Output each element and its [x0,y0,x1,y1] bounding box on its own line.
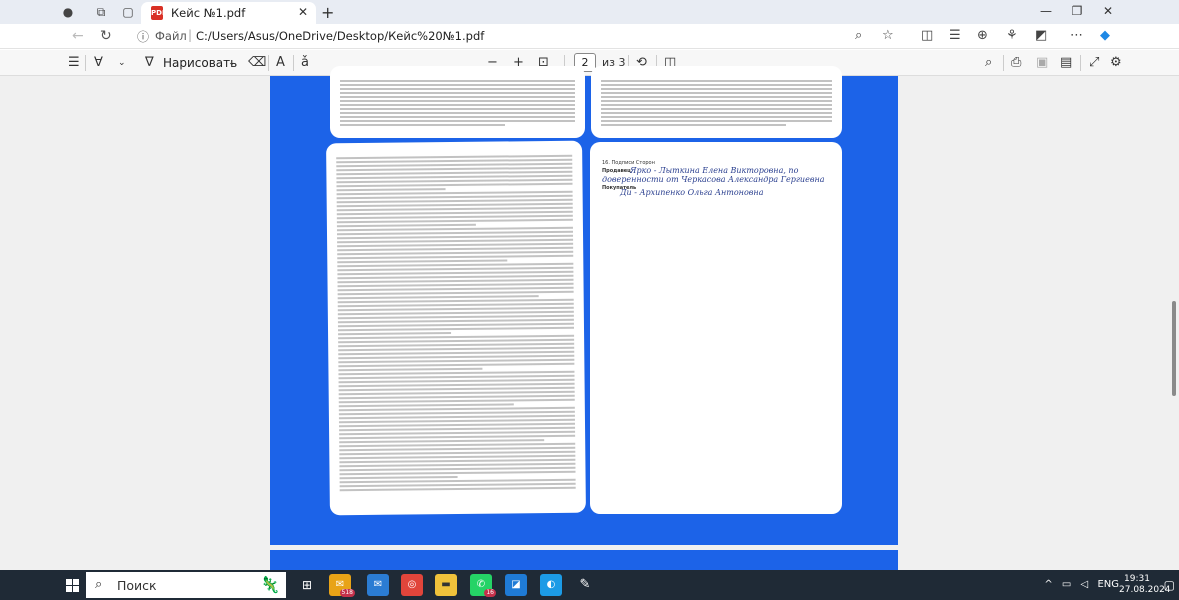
new-tab-button[interactable]: + [321,3,334,22]
address-field[interactable]: ⓘ Файл | C:/Users/Asus/OneDrive/Desktop/… [133,27,903,46]
network-icon[interactable]: ▭ [1062,579,1071,590]
tab-strip: ● ⧉ ▢ PDF Кейс №1.pdf ✕ + — ❐ ✕ [0,0,1179,24]
draw-chevron-icon[interactable]: ⌄ [228,58,236,68]
copilot-icon[interactable]: ◩ [1035,28,1047,43]
url-separator: | [188,28,193,42]
system-tray[interactable]: ^ ▭ ◁ ENG [1044,579,1119,590]
mail-badge: 518 [339,589,355,597]
whatsapp-icon[interactable]: ✆ 16 [470,574,496,597]
scan-page-2-bottom [591,66,842,138]
toolbar-divider [268,55,269,71]
search-icon[interactable]: ⌕ [985,55,992,70]
notifications-icon[interactable]: ▢ [1164,578,1175,592]
toolbar-divider [85,55,86,71]
taskbar-search-label: Поиск [117,578,157,593]
tab-actions-icon[interactable]: ▢ [120,4,136,20]
seller-label: Продавец [602,168,631,174]
taskbar: ⌕ Поиск 🦎 ⊞ ✉ 518 ✉ ◎ ▬ ✆ 16 ◪ ◐ ✎ ^ ▭ ◁ E… [0,570,1179,600]
close-tab-icon[interactable]: ✕ [298,5,308,19]
scan-text-block [336,154,576,493]
buyer-handwritten-signature: Ди - Архипенко Ольга Антоновна [620,188,764,197]
eraser-icon[interactable]: ⌫ [248,55,266,70]
pdf-toolbar: ☰ ∀ ⌄ ∇ Нарисовать ⌄ ⌫ A ǎ − + ⊡ 2 из 3 … [0,50,1179,76]
extensions-icon[interactable]: ⚘ [1006,28,1018,43]
toolbar-divider [293,55,294,71]
back-icon[interactable]: ← [72,28,84,44]
chevron-up-icon[interactable]: ^ [1044,579,1052,590]
whatsapp-badge: 16 [484,589,496,597]
tab-title: Кейс №1.pdf [171,6,246,20]
chevron-down-icon[interactable]: ⌄ [118,58,126,68]
seller-handwritten-signature: Ярко - Лыткина Елена Викторовна, по [630,166,799,175]
file-explorer-icon[interactable]: ▬ [435,574,457,596]
address-bar-row: ← ↻ ⓘ Файл | C:/Users/Asus/OneDrive/Desk… [0,24,1179,49]
edge-browser-icon[interactable]: ◐ [540,574,562,596]
clock-date: 27.08.2024 [1119,585,1171,595]
settings-gear-icon[interactable]: ⚙ [1110,55,1122,70]
mail-app-icon[interactable]: ✉ 518 [329,574,355,597]
info-icon[interactable]: ⓘ [137,28,149,45]
scan-text-block [601,80,832,128]
scrollbar-thumb[interactable] [1172,301,1176,396]
paint-icon[interactable]: ✎ [574,574,596,596]
taskbar-search[interactable]: ⌕ Поиск 🦎 [86,572,286,598]
scrollbar[interactable] [1169,76,1179,570]
minimize-button[interactable]: — [1035,4,1057,20]
scan-page-1-bottom [330,66,585,138]
url-text[interactable]: C:/Users/Asus/OneDrive/Desktop/Кейс%20№1… [196,29,484,43]
find-icon[interactable]: ⌕ [855,28,862,43]
highlight-icon[interactable]: ∀ [94,55,103,70]
search-icon: ⌕ [95,577,103,592]
edge-sidebar-icon[interactable]: ◆ [1100,28,1110,43]
expand-icon[interactable]: ⤢ [1089,55,1099,70]
close-window-button[interactable]: ✕ [1097,4,1119,20]
task-view-icon[interactable]: ⊞ [296,574,318,596]
next-pdf-page [270,550,898,570]
collections-toolbar-icon[interactable]: ⊕ [977,28,988,43]
tab-active[interactable]: PDF Кейс №1.pdf ✕ [141,2,316,24]
refresh-icon[interactable]: ↻ [100,28,112,44]
favorites-icon[interactable]: ☰ [949,28,961,43]
chrome-icon[interactable]: ◎ [401,574,423,596]
draw-icon[interactable]: ∇ [145,55,154,70]
language-indicator[interactable]: ENG [1097,579,1119,590]
draw-button-label[interactable]: Нарисовать [163,56,237,70]
clock[interactable]: 19:31 27.08.2024 [1119,574,1171,596]
pdf-viewer[interactable]: 16. Подписи Сторон Продавец Покупатель Я… [0,66,1179,570]
toolbar-divider [1080,55,1081,71]
volume-icon[interactable]: ◁ [1081,579,1089,590]
file-scheme-label: Файл [155,29,187,43]
toolbar-divider [1003,55,1004,71]
save-icon[interactable]: ▣ [1036,55,1048,70]
maximize-button[interactable]: ❐ [1066,4,1088,20]
contents-icon[interactable]: ☰ [68,55,80,70]
seller-handwritten-signature-line2: доверенности от Черкасова Александра Гер… [602,175,825,184]
scan-text-block [340,80,575,128]
favorite-star-icon[interactable]: ☆ [882,28,894,43]
text-size-icon[interactable]: A [276,55,285,70]
pdf-icon: PDF [151,6,167,20]
store-icon[interactable]: ◪ [505,574,527,596]
scan-page-3 [326,140,586,516]
save-as-icon[interactable]: ▤ [1060,55,1072,70]
outlook-icon[interactable]: ✉ [367,574,389,596]
clock-time: 19:31 [1124,574,1150,584]
scan-page-signatures: 16. Подписи Сторон Продавец Покупатель Я… [590,142,842,514]
search-highlight-lizard-icon: 🦎 [260,575,280,594]
start-button[interactable] [66,579,79,592]
split-screen-icon[interactable]: ◫ [921,28,933,43]
profile-icon[interactable]: ● [60,4,76,20]
more-icon[interactable]: ⋯ [1070,28,1083,43]
print-icon[interactable]: ⎙ [1011,55,1021,70]
collections-icon[interactable]: ⧉ [93,4,109,20]
pdf-page: 16. Подписи Сторон Продавец Покупатель Я… [270,66,898,545]
read-aloud-icon[interactable]: ǎ [301,55,309,70]
